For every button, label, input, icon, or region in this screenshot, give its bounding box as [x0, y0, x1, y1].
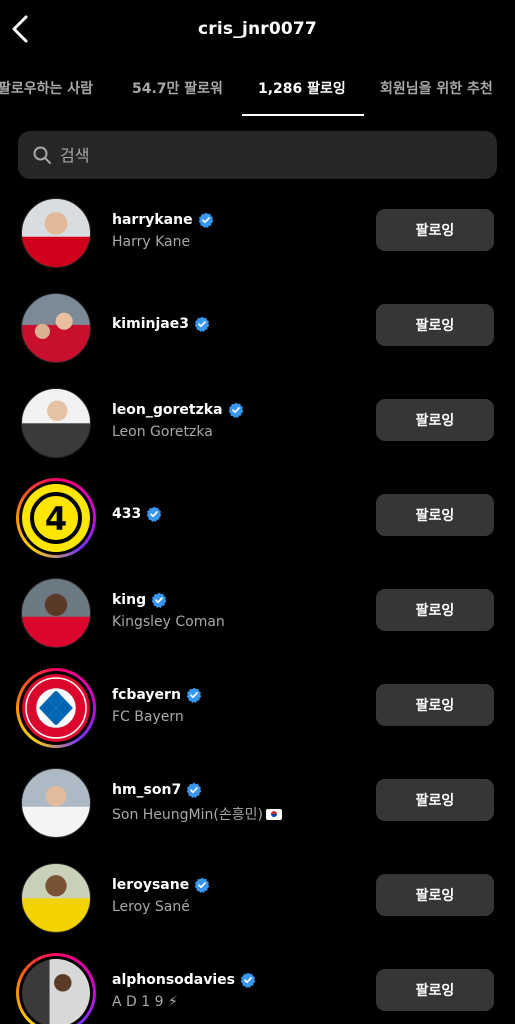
username[interactable]: 433	[112, 506, 141, 522]
username[interactable]: kiminjae3	[112, 316, 189, 332]
verified-badge-icon	[187, 782, 202, 798]
following-button[interactable]: 팔로잉	[376, 304, 494, 346]
full-name: Harry Kane	[112, 234, 191, 250]
verified-badge-icon	[228, 402, 243, 418]
header: cris_jnr0077	[0, 0, 515, 62]
full-name: Son HeungMin(손흥민)	[112, 807, 263, 823]
list-item[interactable]: 4 433 팔로잉	[0, 466, 515, 561]
username[interactable]: hm_son7	[112, 782, 181, 798]
active-tab-indicator	[242, 114, 364, 116]
list-item[interactable]: harrykane Harry Kane 팔로잉	[0, 181, 515, 276]
fc-bayern-crest	[22, 674, 90, 742]
following-button[interactable]: 팔로잉	[376, 684, 494, 726]
verified-badge-icon	[151, 592, 167, 608]
avatar[interactable]	[16, 288, 96, 368]
list-item[interactable]: fcbayern FC Bayern 팔로잉	[0, 656, 515, 751]
tab-bar: 팔로우하는 사람 54.7만 팔로워 1,286 팔로잉 회원님을 위한 추천	[0, 62, 515, 116]
avatar[interactable]	[16, 763, 96, 843]
verified-badge-icon	[194, 877, 210, 893]
list-item[interactable]: alphonsodavies A D 1 9 ⚡ 팔로잉	[0, 941, 515, 1024]
avatar[interactable]	[16, 668, 96, 748]
tab-following[interactable]: 1,286 팔로잉	[258, 78, 346, 98]
list-item[interactable]: hm_son7 Son HeungMin(손흥민) 팔로잉	[0, 751, 515, 846]
username[interactable]: alphonsodavies	[112, 972, 235, 988]
avatar[interactable]	[16, 383, 96, 463]
svg-text:4: 4	[45, 500, 67, 538]
following-button[interactable]: 팔로잉	[376, 874, 494, 916]
following-button[interactable]: 팔로잉	[376, 494, 494, 536]
search-input[interactable]	[60, 131, 480, 179]
following-button[interactable]: 팔로잉	[376, 209, 494, 251]
433-logo: 4	[22, 484, 90, 552]
username[interactable]: leon_goretzka	[112, 402, 223, 418]
username[interactable]: harrykane	[112, 212, 193, 228]
verified-badge-icon	[147, 506, 162, 522]
username[interactable]: leroysane	[112, 877, 189, 893]
tab-followers[interactable]: 54.7만 팔로워	[132, 78, 223, 98]
avatar[interactable]	[16, 193, 96, 273]
username[interactable]: king	[112, 592, 146, 608]
full-name: Leroy Sané	[112, 899, 190, 915]
list-item[interactable]: leon_goretzka Leon Goretzka 팔로잉	[0, 371, 515, 466]
verified-badge-icon	[186, 687, 202, 703]
page-title: cris_jnr0077	[198, 19, 317, 39]
following-button[interactable]: 팔로잉	[376, 399, 494, 441]
search-icon	[33, 146, 51, 164]
full-name: FC Bayern	[112, 709, 184, 725]
list-item[interactable]: kiminjae3 팔로잉	[0, 276, 515, 371]
avatar[interactable]: 4	[16, 478, 96, 558]
search-bar	[18, 131, 497, 179]
following-button[interactable]: 팔로잉	[376, 779, 494, 821]
following-button[interactable]: 팔로잉	[376, 969, 494, 1011]
full-name: Leon Goretzka	[112, 424, 213, 440]
verified-badge-icon	[240, 972, 256, 988]
full-name-row: Son HeungMin(손흥민)	[112, 804, 282, 824]
full-name: A D 1 9 ⚡	[112, 994, 178, 1010]
full-name: Kingsley Coman	[112, 614, 225, 630]
verified-badge-icon	[194, 316, 210, 332]
list-item[interactable]: king Kingsley Coman 팔로잉	[0, 561, 515, 656]
avatar[interactable]	[16, 953, 96, 1024]
list-item[interactable]: leroysane Leroy Sané 팔로잉	[0, 846, 515, 941]
following-list: harrykane Harry Kane 팔로잉 kiminjae3 팔로잉 l…	[0, 181, 515, 1024]
verified-badge-icon	[198, 212, 213, 228]
korea-flag-icon	[265, 809, 282, 820]
avatar[interactable]	[16, 573, 96, 653]
tab-suggested[interactable]: 회원님을 위한 추천	[380, 78, 493, 98]
following-button[interactable]: 팔로잉	[376, 589, 494, 631]
username[interactable]: fcbayern	[112, 687, 181, 703]
tab-mutual-following[interactable]: 팔로우하는 사람	[0, 78, 93, 98]
following-page: cris_jnr0077 팔로우하는 사람 54.7만 팔로워 1,286 팔로…	[0, 0, 515, 1024]
avatar[interactable]	[16, 858, 96, 938]
